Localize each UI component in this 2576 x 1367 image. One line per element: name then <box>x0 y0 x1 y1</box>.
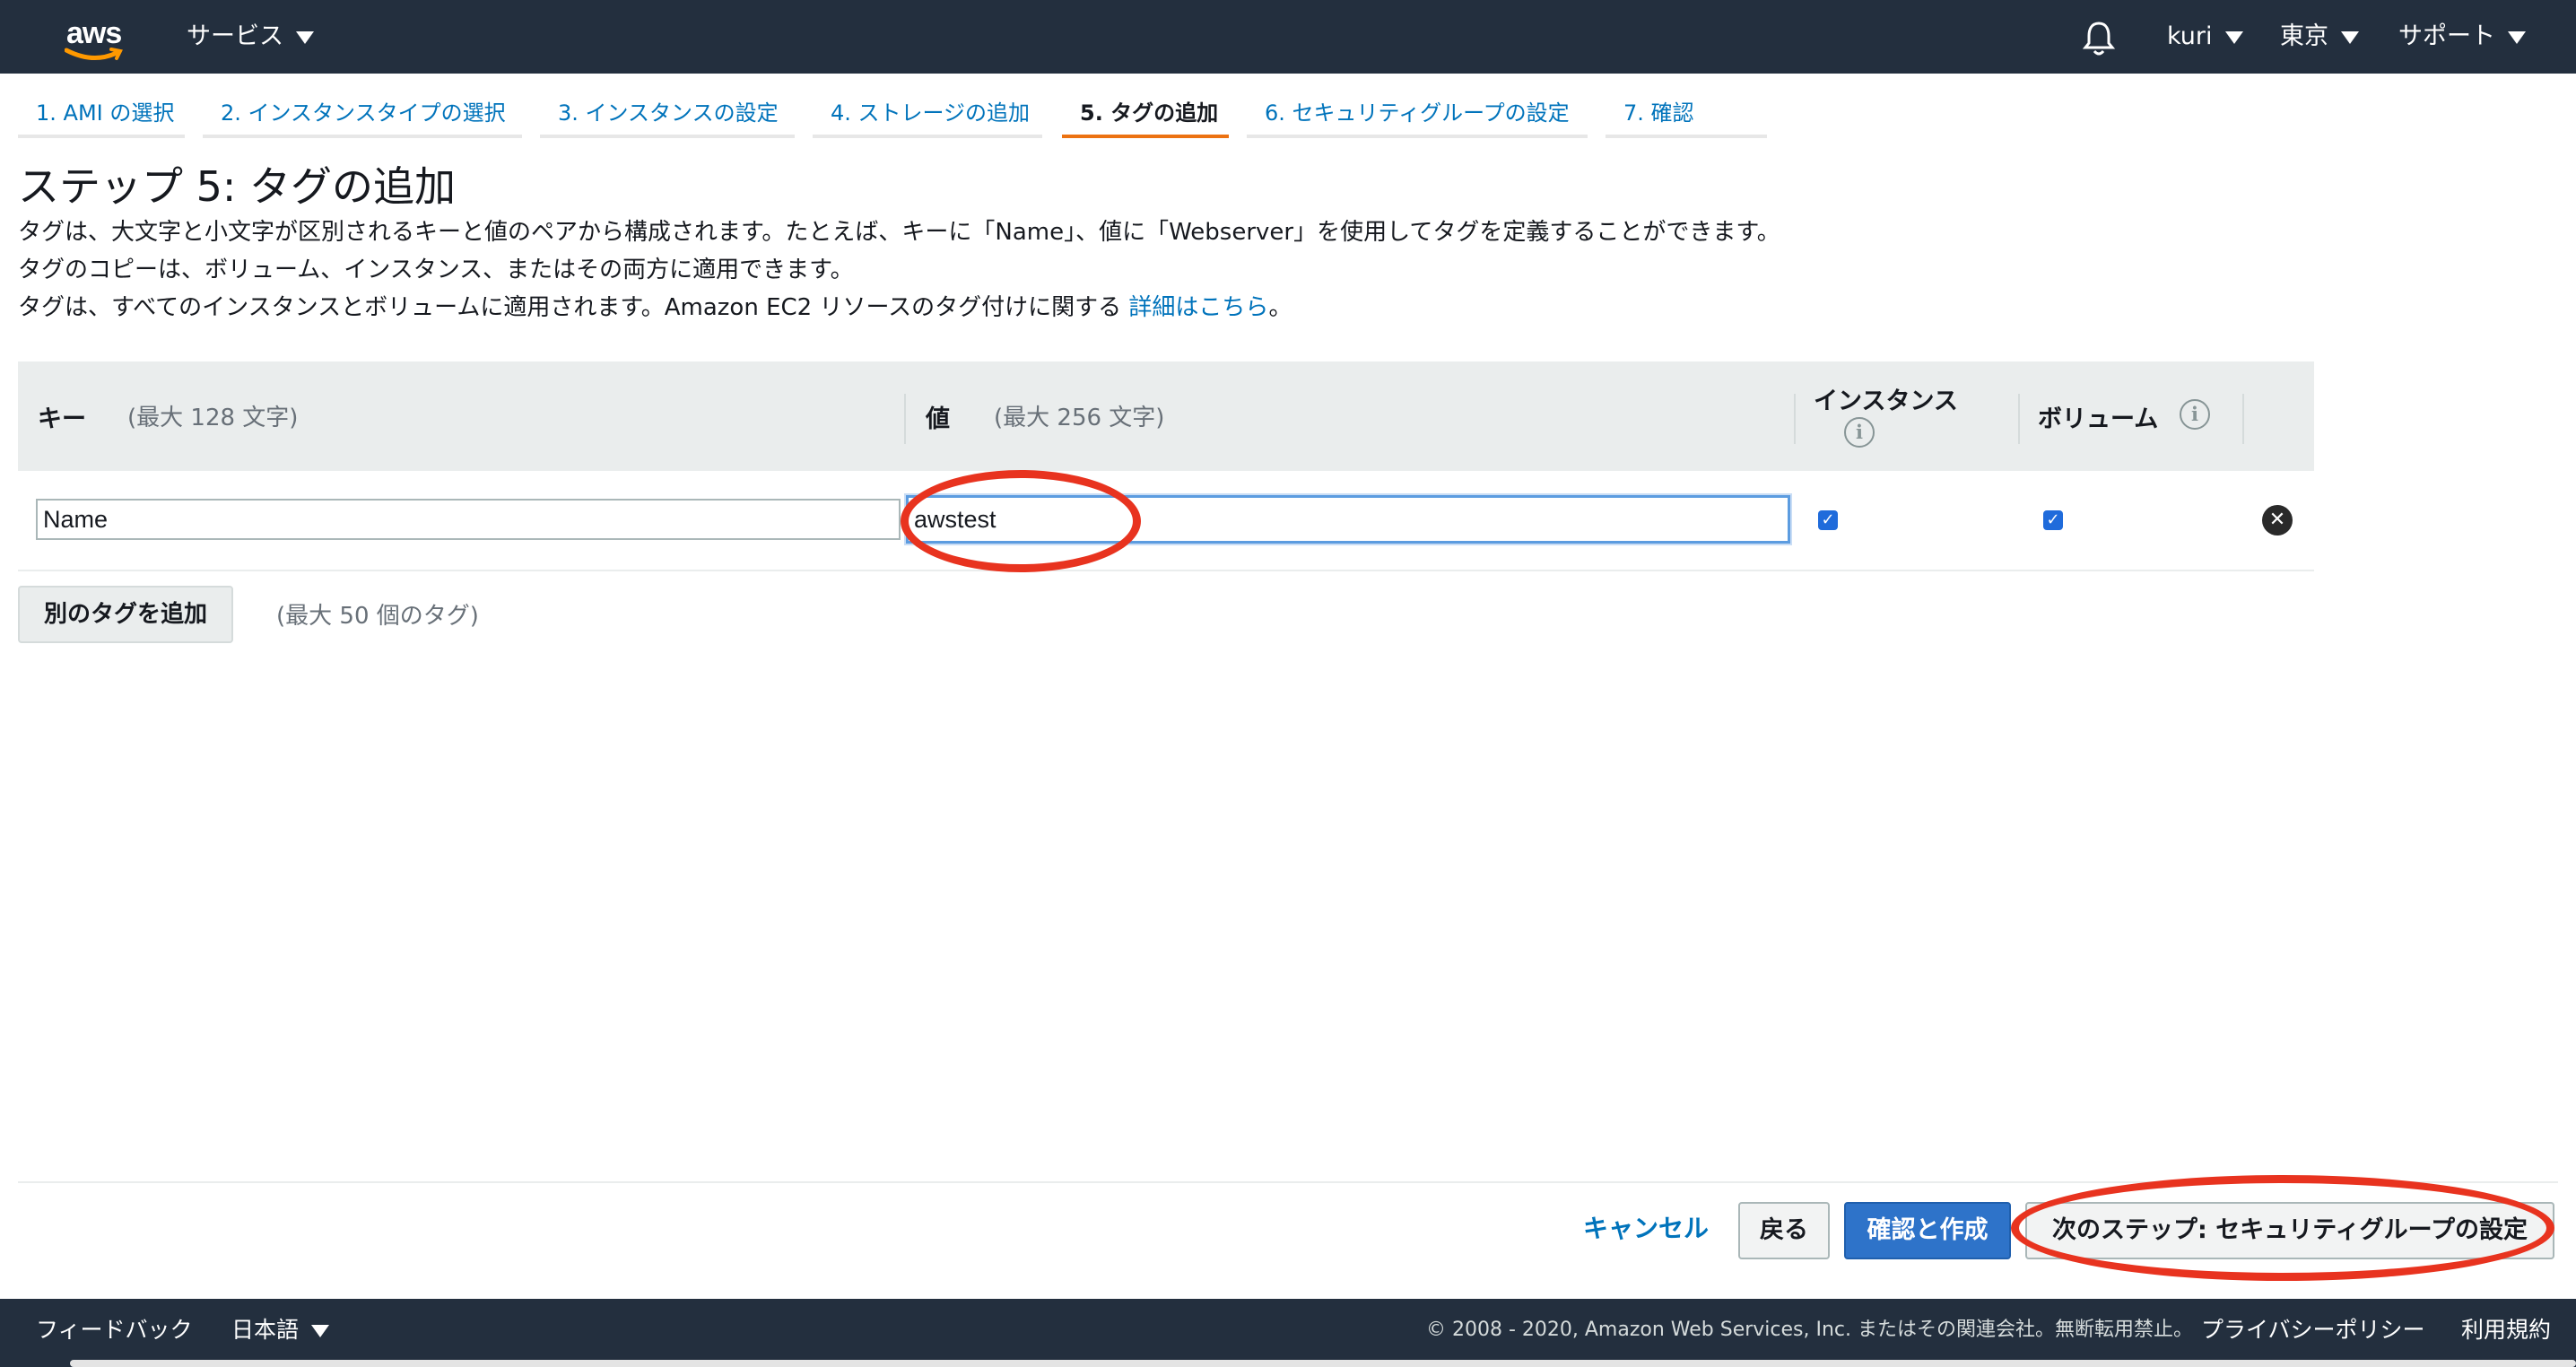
support-menu[interactable]: サポート <box>2398 0 2526 74</box>
language-selector[interactable]: 日本語 <box>231 1299 330 1362</box>
max-tags-hint: (最大 50 個のタグ) <box>276 603 479 630</box>
key-column-header: キー <box>38 405 86 433</box>
tag-value-input[interactable] <box>906 495 1790 544</box>
page-title: ステップ 5: タグの追加 <box>18 162 457 211</box>
account-menu-label: kuri <box>2167 22 2213 50</box>
cancel-button[interactable]: キャンセル <box>1583 1202 1709 1256</box>
column-divider <box>2018 394 2020 444</box>
remove-tag-icon[interactable]: ✕ <box>2262 505 2293 535</box>
account-menu[interactable]: kuri <box>2167 0 2243 74</box>
tab-step-4[interactable]: 4. ストレージの追加 <box>813 84 1042 138</box>
review-and-launch-button[interactable]: 確認と作成 <box>1844 1202 2011 1259</box>
tab-step-7[interactable]: 7. 確認 <box>1606 84 1767 138</box>
copyright-text: © 2008 - 2020, Amazon Web Services, Inc.… <box>1426 1319 2194 1341</box>
bell-icon[interactable] <box>2081 20 2117 57</box>
tab-step-7-label: 7. 確認 <box>1623 100 1694 126</box>
add-tag-button[interactable]: 別のタグを追加 <box>18 586 233 643</box>
divider <box>18 1181 2558 1183</box>
tab-step-6[interactable]: 6. セキュリティグループの設定 <box>1247 84 1588 138</box>
description-line-3-end: 。 <box>1268 294 1292 321</box>
services-menu-label: サービス <box>187 22 283 50</box>
terms-link[interactable]: 利用規約 <box>2461 1299 2551 1362</box>
aws-logo[interactable]: aws <box>63 13 131 63</box>
footer-bar: フィードバック 日本語 © 2008 - 2020, Amazon Web Se… <box>0 1299 2576 1367</box>
tab-step-1[interactable]: 1. AMI の選択 <box>18 84 185 138</box>
info-icon[interactable]: i <box>2180 399 2210 430</box>
aws-smile-icon <box>65 48 123 60</box>
back-button[interactable]: 戻る <box>1738 1202 1830 1259</box>
tab-step-2-label: 2. インスタンスタイプの選択 <box>221 100 506 126</box>
horizontal-scrollbar[interactable] <box>70 1360 2576 1367</box>
chevron-down-icon <box>2508 30 2526 44</box>
value-column-hint: (最大 256 文字) <box>994 405 1165 431</box>
description-line-2: タグのコピーは、ボリューム、インスタンス、またはその両方に適用できます。 <box>18 257 854 283</box>
chevron-down-icon <box>2224 30 2243 44</box>
key-column-hint: (最大 128 文字) <box>127 405 299 431</box>
feedback-link[interactable]: フィードバック <box>36 1299 193 1362</box>
region-menu[interactable]: 東京 <box>2280 0 2359 74</box>
tab-step-1-label: 1. AMI の選択 <box>36 100 175 126</box>
tag-key-input[interactable] <box>36 499 901 540</box>
description-line-1: タグは、大文字と小文字が区別されるキーと値のペアから構成されます。たとえば、キー… <box>18 219 1780 246</box>
tab-step-2[interactable]: 2. インスタンスタイプの選択 <box>203 84 522 138</box>
tab-step-6-label: 6. セキュリティグループの設定 <box>1265 100 1570 126</box>
tab-step-4-label: 4. ストレージの追加 <box>831 100 1031 126</box>
services-menu[interactable]: サービス <box>187 0 314 74</box>
region-menu-label: 東京 <box>2280 22 2328 50</box>
top-navigation-bar: aws サービス kuri 東京 サポート <box>0 0 2576 74</box>
tab-step-5-label: 5. タグの追加 <box>1080 100 1219 126</box>
column-divider <box>2242 394 2244 444</box>
next-step-button[interactable]: 次のステップ: セキュリティグループの設定 <box>2025 1202 2554 1259</box>
description-line-3-text: タグは、すべてのインスタンスとボリュームに適用されます。Amazon EC2 リ… <box>18 294 1129 321</box>
chevron-down-icon <box>311 1325 330 1337</box>
tag-table-header: キー (最大 128 文字) 値 (最大 256 文字) インスタンス i ボリ… <box>18 361 2314 473</box>
support-menu-label: サポート <box>2398 22 2495 50</box>
volume-checkbox[interactable]: ✓ <box>2043 510 2063 530</box>
description-line-3: タグは、すべてのインスタンスとボリュームに適用されます。Amazon EC2 リ… <box>18 289 1292 322</box>
column-divider <box>904 394 906 444</box>
language-label: 日本語 <box>231 1317 300 1343</box>
instance-column-header: インスタンス <box>1814 387 1958 415</box>
chevron-down-icon <box>2341 30 2359 44</box>
tab-step-3-label: 3. インスタンスの設定 <box>558 100 779 126</box>
tab-step-3[interactable]: 3. インスタンスの設定 <box>540 84 795 138</box>
column-divider <box>1794 394 1796 444</box>
privacy-policy-link[interactable]: プライバシーポリシー <box>2201 1299 2425 1362</box>
volume-column-header: ボリューム <box>2038 405 2159 433</box>
chevron-down-icon <box>296 30 314 44</box>
info-icon[interactable]: i <box>1844 417 1875 448</box>
value-column-header: 値 <box>926 405 950 433</box>
learn-more-link[interactable]: 詳細はこちら <box>1128 294 1268 321</box>
tab-step-5[interactable]: 5. タグの追加 <box>1062 84 1229 138</box>
instance-checkbox[interactable]: ✓ <box>1818 510 1838 530</box>
